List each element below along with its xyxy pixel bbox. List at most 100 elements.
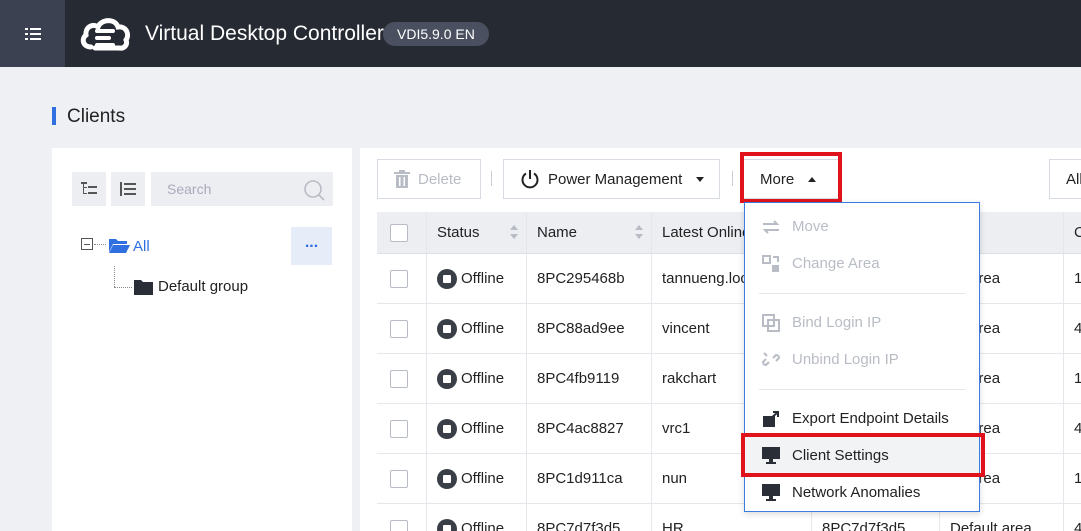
offline-status-icon bbox=[437, 368, 457, 389]
more-button[interactable]: More bbox=[743, 159, 839, 199]
row-checkbox[interactable] bbox=[390, 469, 408, 488]
tree-node-all[interactable]: All bbox=[133, 238, 150, 255]
all-filter-label: All bbox=[1066, 170, 1081, 188]
search-box bbox=[151, 172, 333, 206]
name-cell: 8PC7d7f3d5 bbox=[527, 504, 652, 531]
menu-item-label: Bind Login IP bbox=[792, 314, 882, 331]
version-badge: VDI5.9.0 EN bbox=[383, 22, 489, 46]
move-icon bbox=[762, 219, 780, 234]
header-checkbox-cell bbox=[377, 212, 427, 253]
chevron-up-icon bbox=[808, 176, 817, 182]
app-title: Virtual Desktop Controller bbox=[145, 22, 384, 45]
folder-icon bbox=[134, 280, 153, 295]
column-header-name[interactable]: Name bbox=[527, 212, 652, 253]
select-all-checkbox[interactable] bbox=[390, 223, 408, 242]
status-cell: Offline bbox=[427, 504, 527, 531]
list-view-button[interactable] bbox=[111, 172, 145, 206]
chevron-down-icon bbox=[696, 176, 705, 182]
name-cell: 8PC295468b bbox=[527, 254, 652, 303]
trash-icon bbox=[394, 170, 410, 188]
row-checkbox[interactable] bbox=[390, 419, 408, 438]
toolbar-separator bbox=[732, 171, 733, 186]
sort-icon[interactable] bbox=[635, 225, 643, 241]
search-icon[interactable] bbox=[303, 179, 325, 201]
all-filter-button[interactable]: All bbox=[1049, 159, 1081, 199]
change-area-icon bbox=[762, 254, 779, 272]
toolbar-separator bbox=[491, 171, 492, 186]
row-checkbox[interactable] bbox=[390, 369, 408, 388]
offline-status-icon bbox=[437, 318, 457, 339]
menu-divider bbox=[759, 389, 965, 390]
tree-expand-button[interactable] bbox=[72, 172, 106, 206]
name-cell: 8PC4fb9119 bbox=[527, 354, 652, 403]
name-cell: 8PC88ad9ee bbox=[527, 304, 652, 353]
menu-item-label: Move bbox=[792, 218, 829, 235]
offline-status-icon bbox=[437, 268, 457, 289]
row-checkbox-cell bbox=[377, 504, 427, 531]
name-cell: 8PC1d911ca bbox=[527, 454, 652, 503]
menu-item-label: Unbind Login IP bbox=[792, 351, 899, 368]
tree-connector bbox=[114, 266, 115, 287]
unbind-ip-icon bbox=[762, 351, 780, 366]
menu-item-bind-login-ip[interactable]: Bind Login IP bbox=[745, 304, 979, 341]
column-header-label: Name bbox=[537, 224, 578, 241]
group-tree-panel: All ... Default group bbox=[52, 148, 352, 531]
menu-item-network-anomalies[interactable]: Network Anomalies bbox=[745, 474, 979, 511]
row-checkbox[interactable] bbox=[390, 319, 408, 338]
menu-item-export-endpoint-details[interactable]: Export Endpoint Details bbox=[745, 400, 979, 437]
row-checkbox-cell bbox=[377, 354, 427, 403]
menu-divider bbox=[759, 293, 965, 294]
row-checkbox[interactable] bbox=[390, 519, 408, 531]
menu-item-move[interactable]: Move bbox=[745, 208, 979, 245]
top-bar: Virtual Desktop Controller VDI5.9.0 EN bbox=[0, 0, 1081, 67]
menu-item-change-area[interactable]: Change Area bbox=[745, 245, 979, 282]
tree-node-more-button[interactable]: ... bbox=[291, 227, 332, 265]
more-dropdown-menu: Move Change Area Bind Login IP Unbind Lo… bbox=[744, 202, 980, 512]
row-checkbox[interactable] bbox=[390, 269, 408, 288]
c-cell: 1 bbox=[1074, 370, 1081, 387]
offline-status-icon bbox=[437, 468, 457, 489]
status-cell: Offline bbox=[427, 304, 527, 353]
monitor-icon bbox=[762, 447, 780, 464]
power-management-button[interactable]: Power Management bbox=[503, 159, 720, 199]
status-cell: Offline bbox=[427, 254, 527, 303]
offline-status-icon bbox=[437, 518, 457, 531]
row-checkbox-cell bbox=[377, 454, 427, 503]
cloud-logo-icon bbox=[80, 18, 131, 51]
name-cell: 8PC4ac8827 bbox=[527, 404, 652, 453]
column-header-label: Latest Online bbox=[662, 224, 751, 241]
status-text: Offline bbox=[461, 420, 505, 437]
menu-button[interactable] bbox=[0, 0, 65, 67]
tree-node-default-group[interactable]: Default group bbox=[158, 278, 248, 295]
c-cell: 4 bbox=[1074, 420, 1081, 437]
c-cell: 4 bbox=[1074, 520, 1081, 531]
c-cell: 4 bbox=[1074, 320, 1081, 337]
menu-item-label: Network Anomalies bbox=[792, 484, 921, 501]
status-text: Offline bbox=[461, 520, 505, 531]
column-header-c[interactable]: C bbox=[1064, 212, 1081, 253]
column-header-status[interactable]: Status bbox=[427, 212, 527, 253]
status-text: Offline bbox=[461, 320, 505, 337]
tree-expand-icon bbox=[81, 182, 97, 194]
page-title: Clients bbox=[67, 106, 126, 127]
tree-collapse-toggle[interactable] bbox=[81, 238, 93, 250]
more-label: More bbox=[760, 170, 795, 188]
sort-icon[interactable] bbox=[510, 225, 518, 241]
delete-button[interactable]: Delete bbox=[377, 159, 481, 199]
status-cell: Offline bbox=[427, 404, 527, 453]
status-text: Offline bbox=[461, 370, 505, 387]
row-checkbox-cell bbox=[377, 304, 427, 353]
menu-item-label: Export Endpoint Details bbox=[792, 410, 949, 427]
monitor-icon bbox=[762, 484, 780, 501]
menu-item-unbind-login-ip[interactable]: Unbind Login IP bbox=[745, 341, 979, 378]
status-cell: Offline bbox=[427, 354, 527, 403]
folder-open-icon bbox=[109, 239, 130, 253]
status-text: Offline bbox=[461, 270, 505, 287]
column-header-label: C bbox=[1074, 224, 1081, 241]
menu-item-label: Change Area bbox=[792, 255, 880, 272]
menu-item-client-settings[interactable]: Client Settings bbox=[745, 437, 979, 474]
tree-connector bbox=[114, 287, 132, 288]
search-input[interactable] bbox=[151, 172, 291, 206]
row-checkbox-cell bbox=[377, 404, 427, 453]
tree-connector bbox=[94, 244, 106, 245]
